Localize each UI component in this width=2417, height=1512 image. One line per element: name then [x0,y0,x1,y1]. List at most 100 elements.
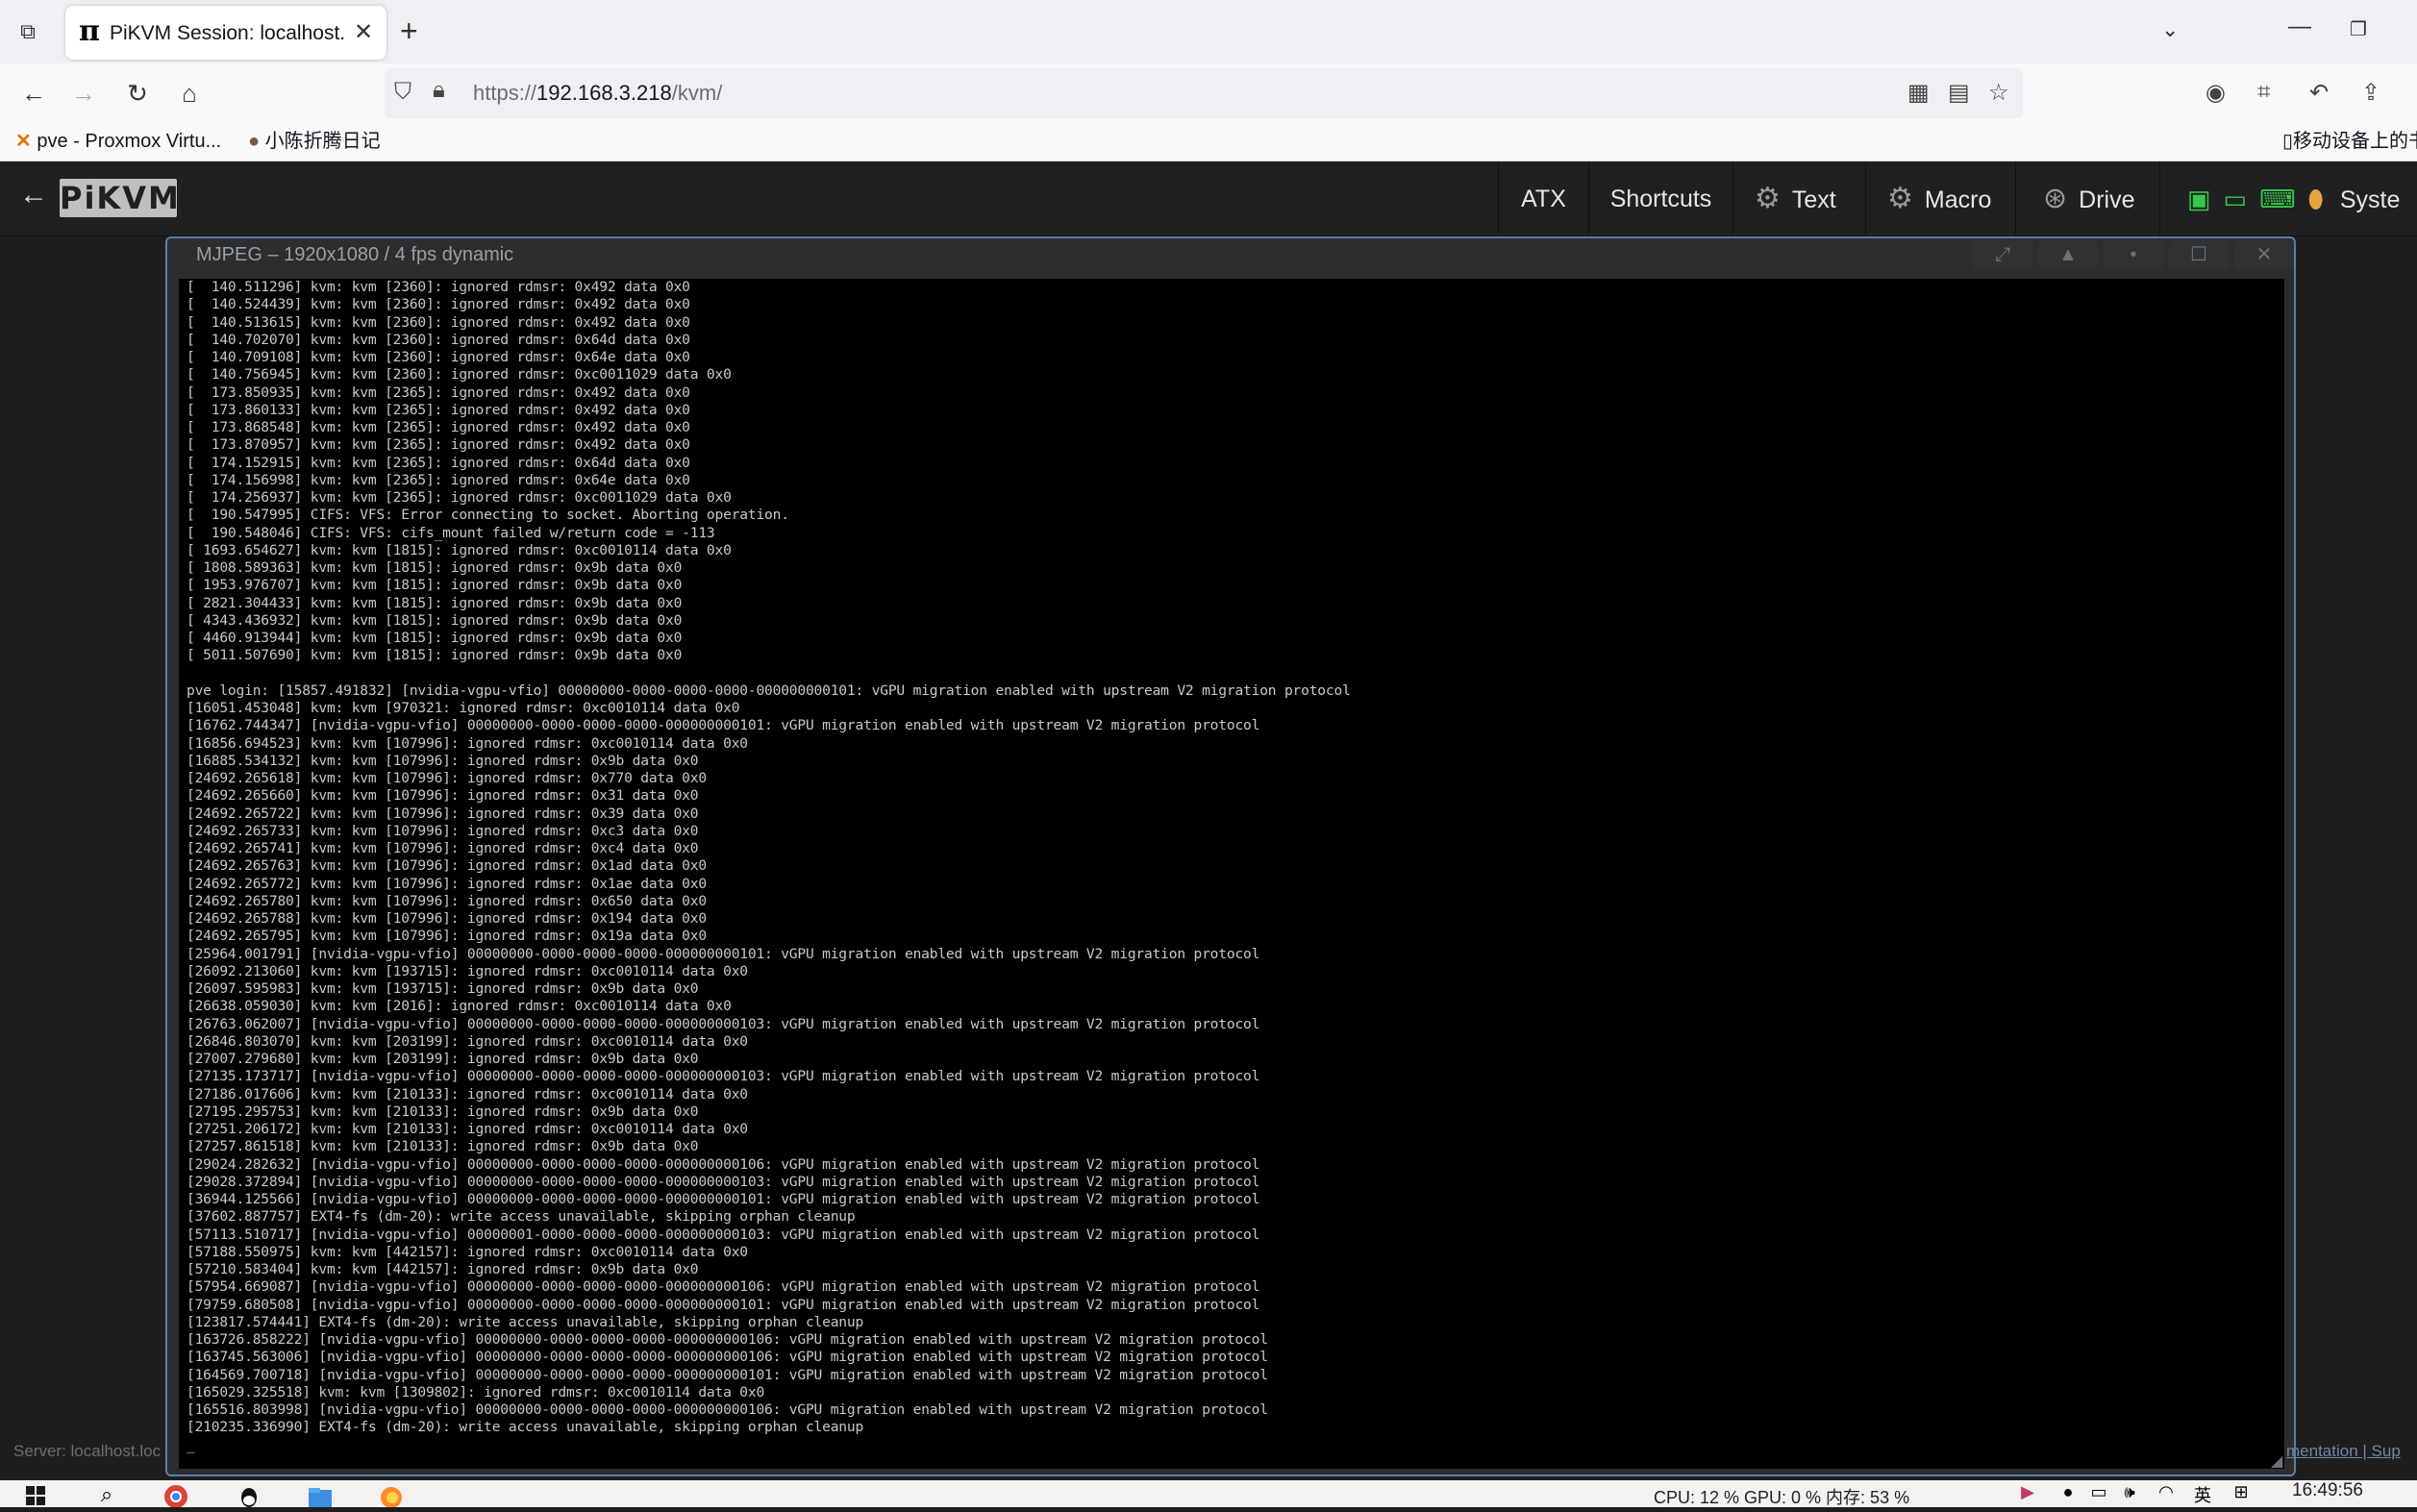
tab-pikvm-session[interactable]: π PiKVM Session: localhost.loc ✕ [65,6,386,60]
home-icon[interactable]: ⌂ [173,77,206,110]
dot-icon[interactable]: • [2104,240,2163,269]
screenshot-crop-icon[interactable]: ⌗ [2257,79,2271,106]
console-line: pve login: [15857.491832] [nvidia-vgpu-v… [187,682,1351,699]
console-line: [57210.583404] kvm: kvm [442157]: ignore… [187,1261,699,1277]
account-icon[interactable]: ◉ [2205,79,2226,107]
console-line: [57188.550975] kvm: kvm [442157]: ignore… [187,1243,748,1260]
console-line: [ 173.850935] kvm: kvm [2365]: ignored r… [187,384,690,401]
search-icon[interactable]: ⌕ [92,1482,121,1507]
tray-app-icon[interactable]: ▶ [2013,1482,2042,1507]
footer-links[interactable]: mentation | Sup [2286,1442,2401,1461]
console-line: [24692.265733] kvm: kvm [107996]: ignore… [187,822,699,839]
console-output: [ 140.511296] kvm: kvm [2360]: ignored r… [187,279,1351,1454]
console-line: [27257.861518] kvm: kvm [210133]: ignore… [187,1138,699,1155]
menu-macro[interactable]: ⚙ Macro [1865,161,2015,236]
tray-display-icon[interactable]: ▭ [2084,1482,2113,1507]
console-line: [ 140.524439] kvm: kvm [2360]: ignored r… [187,296,690,313]
menu-atx[interactable]: ATX [1498,161,1588,236]
input-method-icon[interactable]: 英 [2188,1482,2217,1507]
chrome-icon[interactable] [162,1482,190,1508]
gear-icon: ⚙ [1887,183,1913,214]
restore-window-icon[interactable]: ❐ [2350,17,2367,41]
menu-shortcuts[interactable]: Shortcuts [1588,161,1732,236]
share-icon[interactable]: ⇪ [2361,79,2380,107]
chevron-down-icon[interactable]: ⌄ [2161,17,2179,42]
remote-screen[interactable]: [ 140.511296] kvm: kvm [2360]: ignored r… [179,279,2284,1469]
bookmark-blog[interactable]: ● 小陈折腾日记 [248,129,381,154]
console-line: [ 140.511296] kvm: kvm [2360]: ignored r… [187,279,690,295]
menu-text[interactable]: ⚙ Text [1732,161,1865,236]
qq-icon[interactable] [235,1482,263,1507]
console-line: [29028.372894] [nvidia-vgpu-vfio] 000000… [187,1173,1260,1190]
console-line: [37602.887757] EXT4-fs (dm-20): write ac… [187,1208,856,1226]
volume-icon[interactable]: 🕪︎ [2115,1482,2144,1507]
console-line: [210235.336990] EXT4-fs (dm-20): write a… [187,1419,864,1436]
lock-icon[interactable]: 🔒︎ [433,77,445,104]
undo-icon[interactable]: ↶ [2309,79,2329,107]
console-line: [26846.803070] kvm: kvm [203199]: ignore… [187,1032,748,1050]
console-line: [26092.213060] kvm: kvm [193715]: ignore… [187,962,748,979]
bookmarks-bar: ✕ pve - Proxmox Virtu... ● 小陈折腾日记 ▯移动设备上… [0,123,2417,161]
console-line: [163745.563006] [nvidia-vgpu-vfio] 00000… [187,1349,1268,1366]
forward-arrow-icon[interactable]: → [67,77,100,110]
network-icon[interactable]: ◠ [2152,1482,2180,1507]
console-line: [27195.295753] kvm: kvm [210133]: ignore… [187,1103,699,1120]
bookmark-star-icon[interactable]: ☆ [1988,79,2009,107]
stream-window[interactable]: MJPEG – 1920x1080 / 4 fps dynamic ⤢ ▲ • … [165,236,2296,1476]
maximize-icon[interactable]: ☐ [2169,240,2229,269]
close-tab-icon[interactable]: ✕ [354,19,373,46]
url-text[interactable]: https://192.168.3.218/kvm/ [473,81,722,106]
tray-qq-icon[interactable]: ● [2054,1482,2082,1507]
console-line: [ 2821.304433] kvm: kvm [1815]: ignored … [187,594,683,611]
file-explorer-icon[interactable] [306,1482,335,1507]
clock[interactable]: 16:49:56 [2292,1480,2363,1501]
close-icon[interactable]: ✕ [2234,240,2294,269]
collapse-up-icon[interactable]: ▲ [2038,240,2098,269]
menu-drive[interactable]: ⊛ Drive [2015,161,2159,236]
console-line: [ 4343.436932] kvm: kvm [1815]: ignored … [187,611,683,629]
console-line: [123817.574441] EXT4-fs (dm-20): write a… [187,1313,864,1330]
pikvm-logo[interactable]: PiKVM [60,179,179,217]
console-line: [24692.265660] kvm: kvm [107996]: ignore… [187,787,699,805]
monitor-icon: ▭ [2223,185,2248,213]
console-line: [24692.265795] kvm: kvm [107996]: ignore… [187,928,707,945]
back-arrow-icon[interactable]: ← [17,77,50,110]
console-line: [16856.694523] kvm: kvm [107996]: ignore… [187,734,748,752]
console-line: [24692.265741] kvm: kvm [107996]: ignore… [187,840,699,856]
shield-icon[interactable]: ⛉ [394,79,411,106]
console-line: [ 5011.507690] kvm: kvm [1815]: ignored … [187,647,683,664]
windows-start-icon[interactable] [23,1482,52,1507]
avatar-icon: ● [248,131,261,152]
console-line: [24692.265722] kvm: kvm [107996]: ignore… [187,805,699,822]
console-line: [25964.001791] [nvidia-vgpu-vfio] 000000… [187,945,1260,962]
qr-code-icon[interactable]: ▦ [1907,79,1930,107]
back-arrow-icon[interactable]: ← [19,179,48,211]
console-line: [16885.534132] kvm: kvm [107996]: ignore… [187,752,699,769]
console-line: [24692.265618] kvm: kvm [107996]: ignore… [187,770,707,786]
server-info: Server: localhost.loc [13,1442,162,1460]
console-line: [164569.700718] [nvidia-vgpu-vfio] 00000… [187,1366,1268,1383]
reload-icon[interactable]: ↻ [121,77,154,110]
reader-view-icon[interactable]: ▤ [1948,79,1970,107]
taskbar: ⌕ CPU: 12 % GPU: 0 % 内存: 53 % ▶ ● ▭ 🕪︎ ◠… [0,1480,2417,1508]
console-line: [ 174.156998] kvm: kvm [2365]: ignored r… [187,471,690,488]
pikvm-header: ← PiKVM ATX Shortcuts ⚙ Text ⚙ Macro ⊛ Driv… [0,161,2417,236]
keyboard-layout-icon[interactable]: ⊞ [2227,1482,2255,1507]
bookmark-proxmox[interactable]: ✕ pve - Proxmox Virtu... [15,129,221,154]
console-line: [ 190.547995] CIFS: VFS: Error connectin… [187,507,789,524]
new-tab-icon[interactable]: + [400,15,418,46]
tab-list-icon[interactable]: ⧉ [13,17,42,46]
menu-system[interactable]: ▣ ▭ ⌨ ⬮ Syste [2159,161,2417,236]
console-line: [27186.017606] kvm: kvm [210133]: ignore… [187,1085,748,1103]
minimize-window-icon[interactable]: — [2288,13,2311,40]
console-line: [ 140.513615] kvm: kvm [2360]: ignored r… [187,313,690,331]
console-line: [ 140.702070] kvm: kvm [2360]: ignored r… [187,331,690,348]
fullscreen-icon[interactable]: ⤢ [1973,240,2032,269]
console-line: [26638.059030] kvm: kvm [2016]: ignored … [187,998,732,1015]
console-line: [27135.173717] [nvidia-vgpu-vfio] 000000… [187,1068,1260,1085]
bookmark-mobile[interactable]: ▯移动设备上的书 [2282,129,2417,154]
firefox-icon[interactable] [377,1482,406,1508]
console-line: [36944.125566] [nvidia-vgpu-vfio] 000000… [187,1191,1260,1207]
console-line: [27007.279680] kvm: kvm [203199]: ignore… [187,1051,699,1067]
